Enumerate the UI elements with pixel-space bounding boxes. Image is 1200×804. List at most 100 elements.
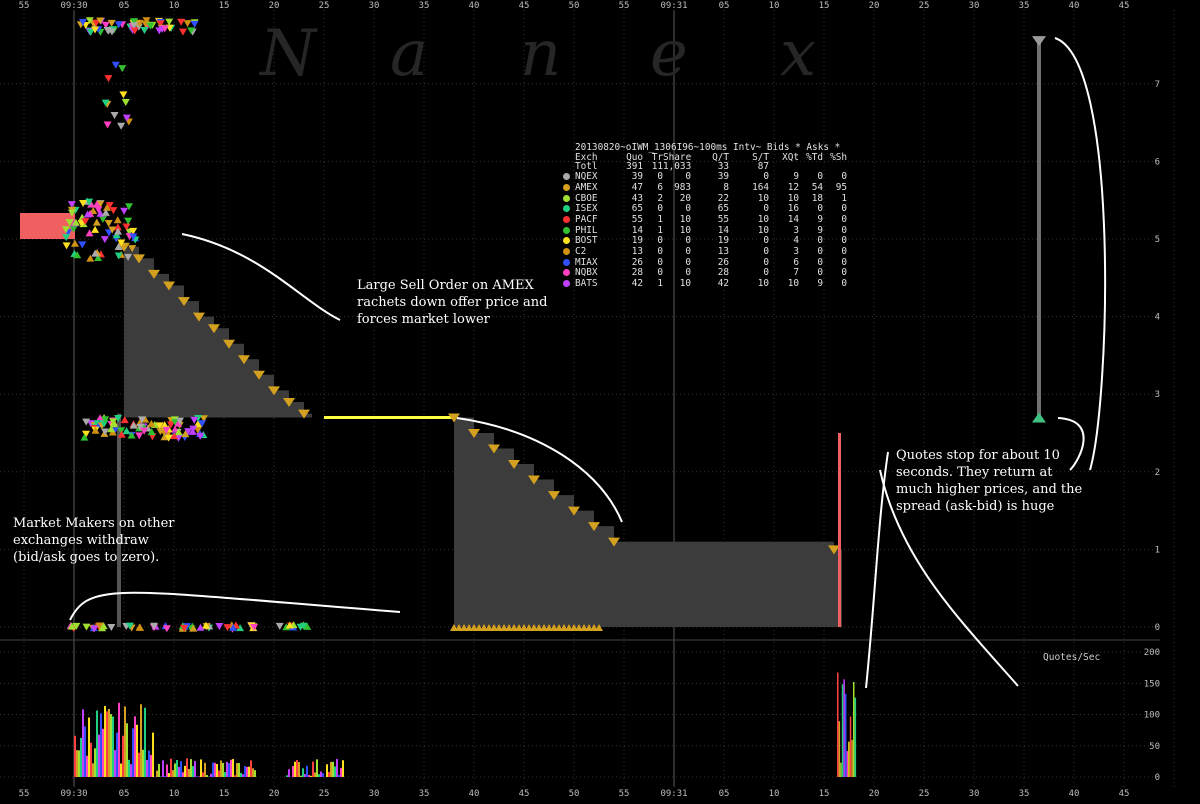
quote-rate-bar — [94, 748, 96, 777]
quote-rate-bar — [306, 766, 308, 777]
quote-rate-bar — [128, 760, 130, 777]
x-tick-label-top: 05 — [119, 1, 130, 11]
quote-rate-bar — [86, 756, 88, 777]
stats-body: Totl391111,0333387NQEX3900390900AMEX4769… — [575, 162, 847, 289]
stats-cell: 47 — [615, 183, 643, 194]
stats-row: BOST1900190400 — [563, 236, 847, 247]
exchange-color-dot — [563, 247, 575, 258]
stats-row: NQBX2800280700 — [563, 268, 847, 279]
x-tick-label-top: 20 — [869, 1, 880, 11]
quote-rate-bar — [182, 772, 184, 777]
x-tick-label-bottom: 50 — [569, 789, 580, 799]
exchange-quote-mark — [63, 242, 71, 249]
stats-cell: 10 — [729, 279, 769, 290]
quote-rate-bar — [184, 766, 186, 777]
x-tick-label-bottom: 15 — [819, 789, 830, 799]
annotation-market-makers: Market Makers on other exchanges withdra… — [13, 515, 175, 566]
exchange-quote-mark — [179, 29, 187, 36]
quote-rate-bar — [226, 762, 228, 777]
quote-rate-bar — [100, 713, 102, 777]
quote-rate-bar — [142, 750, 144, 777]
rate-tick-label: 0 — [1155, 773, 1160, 783]
quote-rate-bar — [338, 775, 340, 777]
quote-rate-bar — [322, 773, 324, 777]
quote-rate-bar — [210, 774, 212, 777]
annotation-sell-order: Large Sell Order on AMEX rachets down of… — [357, 277, 547, 328]
quote-rate-bar — [228, 763, 230, 777]
quote-rate-bar — [130, 764, 132, 777]
quote-rate-bar-late — [842, 684, 844, 777]
quote-rate-bar — [140, 704, 142, 777]
quote-rate-bar-late — [839, 721, 841, 777]
exchange-quote-mark — [191, 21, 199, 28]
quote-rate-bar — [292, 766, 294, 777]
x-tick-label-top: 20 — [269, 1, 280, 11]
stats-row: NQEX3900390900 — [563, 172, 847, 183]
late-pink-bar — [838, 433, 841, 627]
quote-rate-bar — [252, 768, 254, 777]
quote-rate-bar — [328, 772, 330, 777]
stats-row: ISEX65006501600 — [563, 204, 847, 215]
quote-rate-bar — [152, 733, 154, 777]
quote-rate-bar — [244, 766, 246, 777]
stats-header-cell: XQt — [769, 153, 799, 163]
quote-rate-bar — [224, 772, 226, 777]
x-tick-label-top: 35 — [419, 1, 430, 11]
quote-rate-bar-late — [853, 682, 855, 777]
quote-rate-bar — [340, 768, 342, 777]
stats-header-cell: %Sh — [823, 153, 847, 163]
quote-rate-bar — [326, 764, 328, 777]
x-tick-label-bottom: 25 — [319, 789, 330, 799]
quote-rate-bar-late — [855, 698, 857, 777]
quote-rate-bar-late — [845, 694, 847, 777]
quote-rate-bar — [122, 736, 124, 777]
exchange-quote-mark — [78, 241, 86, 248]
stats-cell: 9 — [799, 279, 823, 290]
quote-rate-bar — [134, 716, 136, 777]
exchange-color-dot — [563, 279, 575, 290]
quote-rate-bar-late — [837, 673, 839, 777]
quote-rate-bar-late — [840, 763, 842, 777]
exchange-quote-mark — [111, 112, 119, 119]
exchange-quote-mark — [177, 19, 185, 26]
stats-row: C21300130300 — [563, 247, 847, 258]
stats-cell: 983 — [663, 183, 691, 194]
quote-rate-bar — [254, 770, 256, 777]
rate-tick-label: 50 — [1149, 742, 1160, 752]
x-tick-label-top: 40 — [1069, 1, 1080, 11]
quote-rate-bar — [170, 759, 172, 777]
quote-rate-bar — [202, 772, 204, 777]
quote-rate-bar — [200, 759, 202, 777]
stats-row: BATS4211042101090 — [563, 279, 847, 290]
quote-rate-bar — [298, 762, 300, 777]
quote-rate-bar — [308, 775, 310, 777]
spread-fill-late — [454, 417, 842, 627]
quote-rate-bar — [172, 770, 174, 777]
quote-rate-bar — [82, 709, 84, 777]
quote-rate-bar — [166, 764, 168, 777]
quote-rate-bar — [194, 761, 196, 777]
price-tick-label: 6 — [1155, 157, 1160, 167]
quote-rate-bar — [320, 771, 322, 777]
x-tick-label-bottom: 35 — [419, 789, 430, 799]
x-tick-label-bottom: 35 — [1019, 789, 1030, 799]
quote-rate-bar — [162, 760, 164, 777]
rate-axis-label: Quotes/Sec — [1043, 652, 1100, 663]
stats-row: CBOE43220221010181 — [563, 194, 847, 205]
price-tick-label: 7 — [1155, 80, 1160, 90]
stats-cell: 95 — [823, 183, 847, 194]
quote-rate-bar — [80, 738, 82, 777]
quote-rate-bar — [132, 728, 134, 777]
annotation-curve — [182, 234, 340, 320]
quote-rate-bar — [342, 760, 344, 777]
quote-rate-bar — [76, 750, 78, 777]
rate-tick-label: 200 — [1144, 648, 1160, 658]
stats-cell: 54 — [799, 183, 823, 194]
exchange-quote-mark — [119, 91, 127, 98]
quote-rate-bar — [232, 759, 234, 777]
exchange-quote-mark — [120, 208, 128, 215]
exchange-quote-mark — [93, 219, 101, 226]
price-tick-label: 1 — [1155, 545, 1160, 555]
volume-layer — [74, 673, 856, 777]
quote-rate-bar — [240, 773, 242, 777]
